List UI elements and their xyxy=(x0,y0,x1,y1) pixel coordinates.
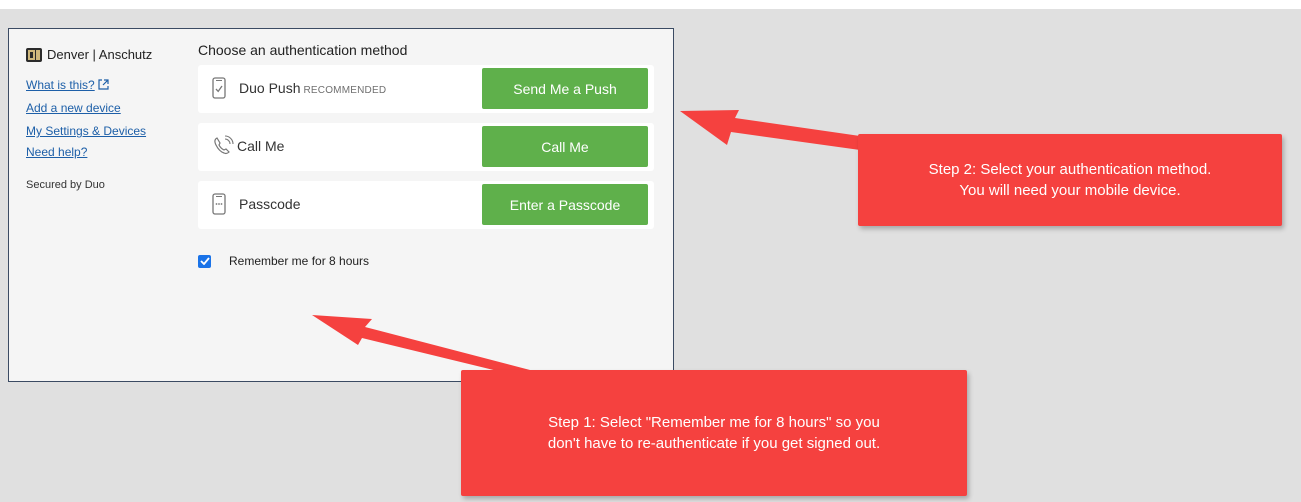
callout-step-2-line-1: Step 2: Select your authentication metho… xyxy=(928,161,1212,178)
arrow-to-methods xyxy=(680,110,860,150)
arrow-to-remember xyxy=(312,315,530,374)
callout-step-1-line-1: Step 1: Select "Remember me for 8 hours"… xyxy=(548,414,880,431)
callout-step-2: Step 2: Select your authentication metho… xyxy=(858,134,1282,226)
callout-step-1: Step 1: Select "Remember me for 8 hours"… xyxy=(461,370,967,496)
callout-step-2-line-2: You will need your mobile device. xyxy=(959,182,1181,199)
callout-step-1-line-2: don't have to re-authenticate if you get… xyxy=(547,435,881,452)
